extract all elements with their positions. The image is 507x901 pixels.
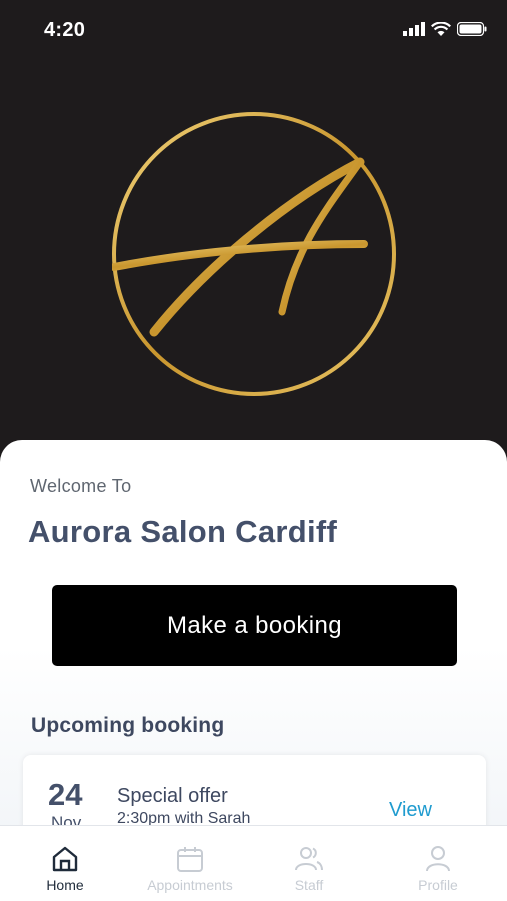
tab-profile-label: Profile: [418, 877, 458, 893]
booking-day: 24: [48, 777, 83, 812]
booking-title: Special offer: [117, 785, 228, 807]
calendar-icon: [177, 847, 203, 872]
tab-profile[interactable]: Profile: [375, 826, 501, 901]
tab-staff-label: Staff: [294, 877, 324, 893]
tab-appointments[interactable]: Appointments: [127, 826, 253, 901]
user-icon: [426, 846, 450, 872]
users-icon: [295, 847, 323, 871]
make-booking-button[interactable]: Make a booking: [52, 585, 457, 666]
view-booking-link[interactable]: View: [389, 799, 432, 822]
wifi-icon: [431, 22, 451, 36]
tab-bar: Home Appointments Staff Profile: [0, 825, 507, 901]
home-icon: [52, 846, 78, 872]
upcoming-heading: Upcoming booking: [31, 714, 225, 737]
salon-logo: [112, 112, 396, 396]
tab-appointments-label: Appointments: [147, 877, 233, 893]
tab-staff[interactable]: Staff: [246, 826, 372, 901]
hero-banner: [0, 0, 507, 450]
status-time: 4:20: [44, 19, 86, 41]
battery-icon: [457, 22, 487, 36]
status-bar: 4:20: [0, 0, 507, 60]
tab-home-label: Home: [46, 877, 84, 893]
signal-icon: [403, 22, 425, 36]
salon-name: Aurora Salon Cardiff: [28, 514, 338, 549]
tab-home[interactable]: Home: [2, 826, 128, 901]
welcome-label: Welcome To: [30, 476, 132, 496]
